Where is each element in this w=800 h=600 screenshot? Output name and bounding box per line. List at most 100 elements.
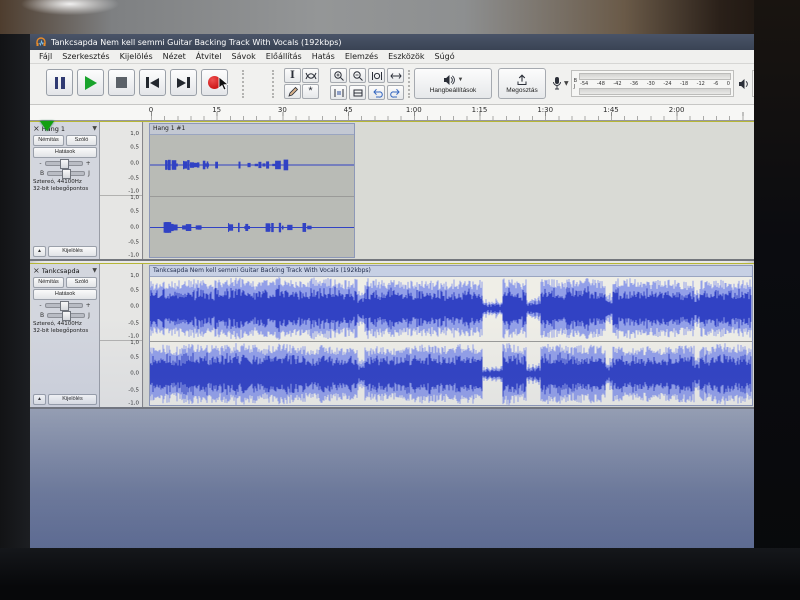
menu-item-edit[interactable]: Szerkesztés [57,52,114,61]
vertical-scale-ruler[interactable]: 1,0 0,5 0,0 -0,5 -1,0 1,0 0,5 0,0 -0,5 -1,0 [100,122,143,259]
skip-to-end-button[interactable] [170,69,197,96]
menu-item-file[interactable]: Fájl [34,52,57,61]
scale-channel-right: 1,0 0,5 0,0 -0,5 -1,0 [100,340,142,407]
recording-meter[interactable]: ▼ B J -54 -48 -42 -36 -30 -24 -18 -12 -6 0 [552,69,734,98]
tools-toolbar: I * [284,68,319,99]
menu-item-transport[interactable]: Átvitel [191,52,227,61]
envelope-icon [305,72,316,79]
track-name[interactable]: Tankcsapda [42,267,91,275]
meter-channel-labels: B J [574,78,577,90]
share-audio-button[interactable]: Megosztás [498,68,546,99]
amplitude-scale-label: -1,0 [128,252,139,259]
track-waveform-area[interactable]: Hang 1 #1 [144,122,754,259]
trim-audio-button[interactable] [330,85,347,100]
select-track-button[interactable]: Kijelölés [48,394,97,405]
menu-item-help[interactable]: Súgó [430,52,460,61]
waveform-channel-right[interactable] [150,340,752,406]
mute-button[interactable]: Némítás [33,135,64,146]
redo-button[interactable] [387,85,404,100]
menu-item-effect[interactable]: Hatás [307,52,340,61]
monitor-bezel-bottom [0,548,800,600]
waveform-channel-right[interactable] [150,195,354,258]
amplitude-scale-label: 0,0 [130,159,139,166]
menu-item-tracks[interactable]: Sávok [227,52,261,61]
pan-slider-thumb[interactable] [62,310,72,321]
timeline-play-pin[interactable] [40,121,54,131]
pan-slider[interactable]: B J [33,310,97,321]
zoom-out-button[interactable] [349,68,366,83]
meter-db-label: -54 [580,80,589,87]
amplitude-scale-label: -0,5 [128,319,139,326]
redo-icon [389,88,400,98]
toolbar-grip[interactable] [272,70,274,98]
pan-slider[interactable]: B J [33,168,97,179]
amplitude-scale-label: 0,5 [130,286,139,293]
track-close-button[interactable]: × [33,124,40,133]
solo-button[interactable]: Szóló [66,135,97,146]
timeline-ruler[interactable]: 0 15 30 45 1:00 1:15 1:30 1:45 2:00 [30,105,754,121]
envelope-tool-button[interactable] [302,68,319,83]
timeline-tick-label: 30 [277,106,287,114]
collapse-track-button[interactable]: ▲ [33,394,46,405]
waveform-channel-left[interactable] [150,276,752,341]
audio-clip[interactable]: Hang 1 #1 [149,123,355,258]
scale-channel-left: 1,0 0,5 0,0 -0,5 -1,0 [100,273,142,341]
clip-body[interactable] [150,276,752,405]
chevron-down-icon: ▼ [564,79,569,87]
effects-button[interactable]: Hatások [33,147,97,158]
menu-bar: Fájl Szerkesztés Kijelölés Nézet Átvitel… [30,50,754,64]
multi-tool-button[interactable]: * [302,84,319,99]
skip-to-start-button[interactable] [139,69,166,96]
timeline-tick-label: 2:00 [668,106,685,114]
gain-slider-track[interactable] [44,300,83,311]
undo-button[interactable] [368,85,385,100]
gain-slider[interactable]: - + [33,158,97,169]
pan-slider-thumb[interactable] [62,168,72,179]
mouse-cursor [218,76,229,92]
play-button[interactable] [77,69,104,96]
draw-tool-button[interactable] [284,84,301,99]
audio-settings-button[interactable]: ▼ Hangbeállítások [414,68,492,99]
audio-clip[interactable]: Tankcsapda Nem kell semmi Guitar Backing… [149,265,753,406]
waveform-channel-left[interactable] [150,134,354,196]
transport-toolbar [46,69,228,96]
track-waveform-area[interactable]: Tankcsapda Nem kell semmi Guitar Backing… [144,264,754,407]
clip-body[interactable] [150,134,354,257]
speaker-icon [739,78,748,89]
pan-slider-track[interactable] [47,310,86,321]
mute-button[interactable]: Némítás [33,277,64,288]
effects-button[interactable]: Hatások [33,289,97,300]
playback-meter[interactable]: B J -54-48-42-36-30-24-18-12-60 [738,69,754,98]
gain-slider-thumb[interactable] [59,300,69,311]
gain-slider[interactable]: - + [33,300,97,311]
solo-button[interactable]: Szóló [66,277,97,288]
menu-item-view[interactable]: Nézet [158,52,191,61]
toolbar-grip[interactable] [408,70,410,98]
vertical-scale-ruler[interactable]: 1,0 0,5 0,0 -0,5 -1,0 1,0 0,5 0,0 -0,5 -1,0 [100,264,143,407]
zoom-fit-project-button[interactable] [387,68,404,83]
collapse-track-button[interactable]: ▲ [33,246,46,257]
zoom-to-selection-button[interactable] [368,68,385,83]
silence-audio-button[interactable] [349,85,366,100]
selection-tool-button[interactable]: I [284,68,301,83]
skip-to-end-icon [177,77,190,88]
menu-item-analyze[interactable]: Elemzés [340,52,383,61]
gain-slider-thumb[interactable] [59,158,69,169]
pan-slider-track[interactable] [47,168,86,179]
chevron-down-icon: ▼ [457,76,464,83]
zoom-in-button[interactable] [330,68,347,83]
gain-slider-track[interactable] [44,158,83,169]
audio-settings-label: Hangbeállítások [429,86,477,94]
pause-button[interactable] [46,69,73,96]
stop-button[interactable] [108,69,135,96]
menu-item-tools[interactable]: Eszközök [383,52,429,61]
menu-item-selection[interactable]: Kijelölés [115,52,158,61]
track-format-line2: 32-bit lebegőpontos [33,327,89,334]
track-menu-button[interactable]: ▼ [92,125,97,132]
track-menu-button[interactable]: ▼ [92,267,97,274]
select-track-button[interactable]: Kijelölés [48,246,97,257]
toolbar-grip[interactable] [242,70,244,98]
menu-item-generate[interactable]: Előállítás [261,52,307,61]
track-close-button[interactable]: × [33,266,40,275]
zoom-out-icon [352,70,363,81]
